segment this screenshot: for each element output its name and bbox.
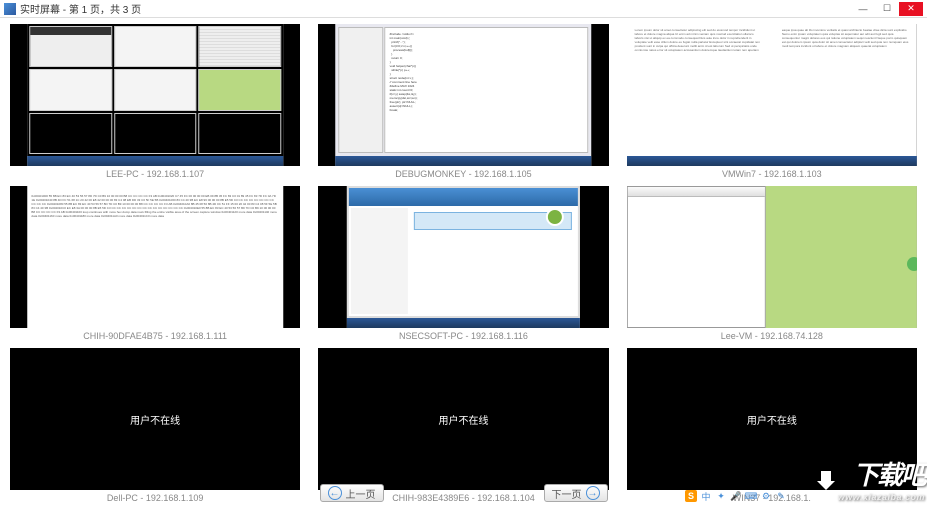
caption: DEBUGMONKEY - 192.168.1.105 [318, 166, 608, 182]
app-icon [4, 3, 16, 15]
caption: Lee-VM - 192.168.74.128 [627, 328, 917, 344]
system-tray: S 中 ✦ 🎤 ⌨ ⚙ ✎ [685, 490, 787, 502]
tray-icon[interactable]: 中 [700, 490, 712, 502]
thumb-chih-1[interactable]: 0x00401000 55 8B EC 83 EC 40 53 56 57 8D… [10, 186, 300, 328]
tray-icon[interactable]: ✦ [715, 490, 727, 502]
next-page-button[interactable]: 下一页 → [544, 484, 608, 502]
offline-text: 用户不在线 [747, 412, 797, 427]
offline-text: 用户不在线 [438, 412, 488, 427]
caption: CHIH-90DFAE4B75 - 192.168.1.111 [10, 328, 300, 344]
cell-dell-pc: 用户不在线 Dell-PC - 192.168.1.109 [10, 348, 300, 506]
tray-icon[interactable]: ✎ [775, 490, 787, 502]
arrow-right-icon: → [586, 486, 600, 500]
thumb-lee-pc[interactable] [10, 24, 300, 166]
prev-page-button[interactable]: ← 上一页 [320, 484, 384, 502]
offline-text: 用户不在线 [130, 412, 180, 427]
tray-icon[interactable]: ⌨ [745, 490, 757, 502]
sogou-ime-icon[interactable]: S [685, 490, 697, 502]
caption: VMWin7 - 192.168.1.103 [627, 166, 917, 182]
thumb-chih-2[interactable]: 用户不在线 [318, 348, 608, 490]
cell-vmwin7: Lorem ipsum dolor sit amet consectetur a… [627, 24, 917, 182]
cell-lee-pc: LEE-PC - 192.168.1.107 [10, 24, 300, 182]
close-button[interactable]: ✕ [899, 2, 923, 16]
cell-chih-2: 用户不在线 CHIH-983E4389E6 - 192.168.1.104 [318, 348, 608, 506]
tray-icon[interactable]: ⚙ [760, 490, 772, 502]
cell-nsecsoft: NSECSOFT-PC - 192.168.1.116 [318, 186, 608, 344]
cell-chih-1: 0x00401000 55 8B EC 83 EC 40 53 56 57 8D… [10, 186, 300, 344]
next-label: 下一页 [552, 486, 582, 501]
screen-grid: LEE-PC - 192.168.1.107 #include <stdio.h… [0, 18, 927, 506]
caption: LEE-PC - 192.168.1.107 [10, 166, 300, 182]
cell-lee-vm: Lee-VM - 192.168.74.128 [627, 186, 917, 344]
titlebar: 实时屏幕 - 第 1 页，共 3 页 — ☐ ✕ [0, 0, 927, 18]
minimize-button[interactable]: — [851, 2, 875, 16]
watermark-url: www.xiazaiba.com [813, 492, 925, 502]
maximize-button[interactable]: ☐ [875, 2, 899, 16]
prev-label: 上一页 [346, 486, 376, 501]
tray-icon[interactable]: 🎤 [730, 490, 742, 502]
thumb-dell-pc[interactable]: 用户不在线 [10, 348, 300, 490]
thumb-debugmonkey[interactable]: #include <stdio.h>int main(void) { print… [318, 24, 608, 166]
watermark: 下载吧 www.xiazaiba.com [813, 455, 925, 503]
pagination: ← 上一页 下一页 → [0, 484, 927, 502]
arrow-left-icon: ← [328, 486, 342, 500]
thumb-vmwin7[interactable]: Lorem ipsum dolor sit amet consectetur a… [627, 24, 917, 166]
thumb-nsecsoft[interactable] [318, 186, 608, 328]
window-title: 实时屏幕 - 第 1 页，共 3 页 [20, 1, 851, 16]
thumb-lee-vm[interactable] [627, 186, 917, 328]
caption: NSECSOFT-PC - 192.168.1.116 [318, 328, 608, 344]
download-icon [815, 471, 837, 493]
cell-debugmonkey: #include <stdio.h>int main(void) { print… [318, 24, 608, 182]
